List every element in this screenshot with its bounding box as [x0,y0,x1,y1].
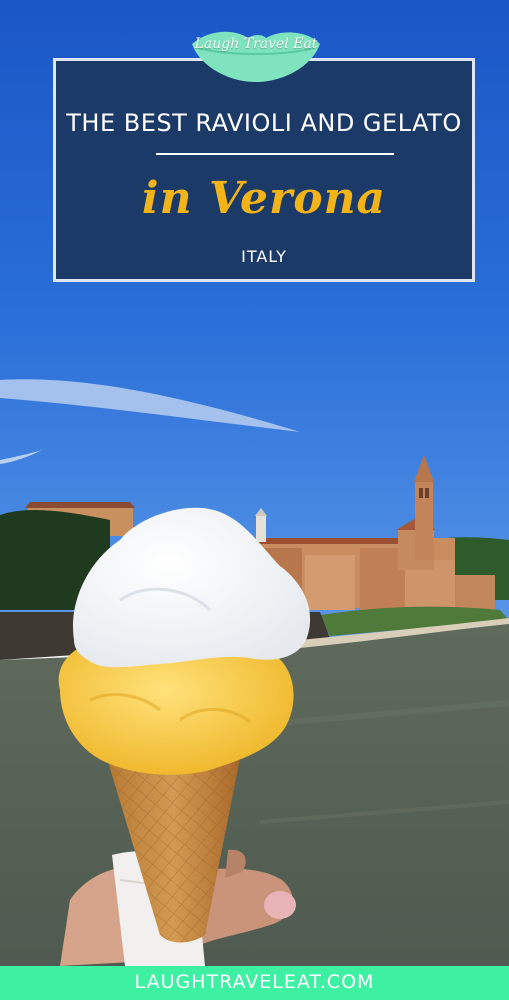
country-label: ITALY [241,247,287,266]
headline: THE BEST RAVIOLI AND GELATO [66,109,462,137]
lips-logo-icon [192,31,320,82]
divider [156,153,394,155]
script-title: in Verona [141,173,387,224]
footer-band[interactable]: LAUGHTRAVELEAT.COM [0,966,509,1000]
brand-logo[interactable]: Laugh Travel Eat [188,26,324,84]
logo-wordmark: Laugh Travel Eat [194,36,318,52]
website-link[interactable]: LAUGHTRAVELEAT.COM [0,971,509,993]
title-card: THE BEST RAVIOLI AND GELATO in Verona IT… [53,58,475,282]
